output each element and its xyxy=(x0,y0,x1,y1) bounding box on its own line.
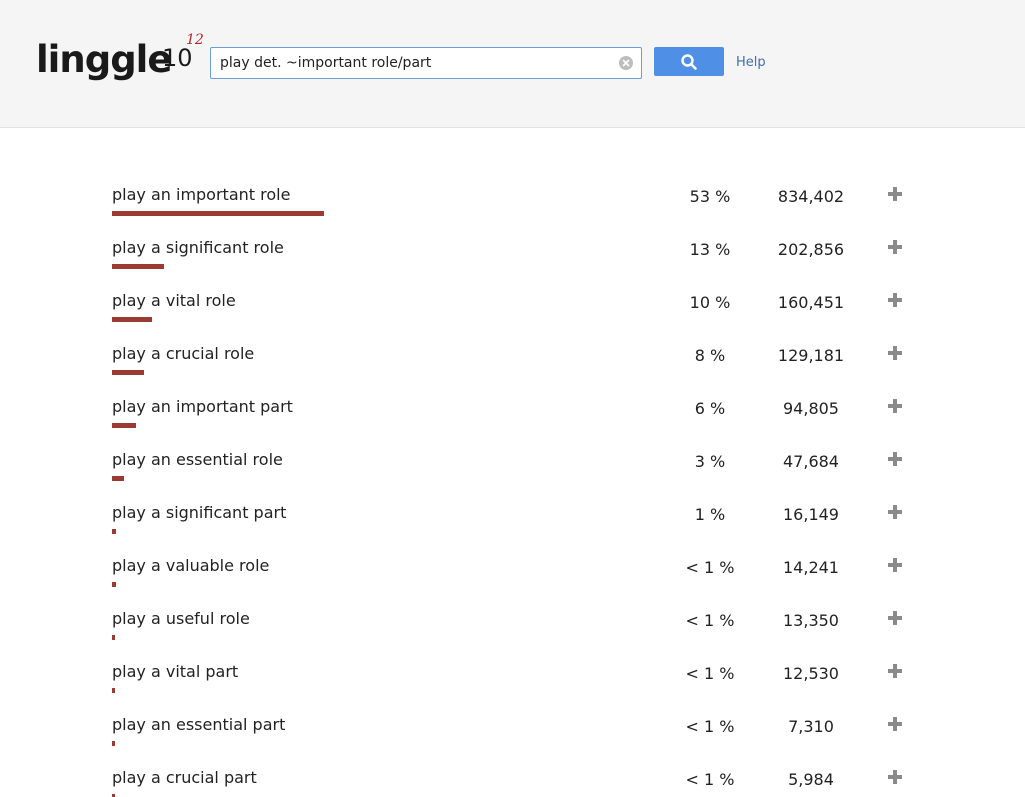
result-phrase[interactable]: play a vital role xyxy=(112,291,236,310)
result-count: 47,684 xyxy=(783,452,839,471)
result-row: play a vital role 10 % 160,451 xyxy=(0,281,1025,334)
result-phrase[interactable]: play a crucial role xyxy=(112,344,254,363)
result-percent: < 1 % xyxy=(685,664,735,683)
frequency-bar xyxy=(112,688,115,693)
result-percent: 53 % xyxy=(689,187,731,206)
result-percent: < 1 % xyxy=(685,770,735,789)
result-phrase[interactable]: play a vital part xyxy=(112,662,238,681)
result-phrase[interactable]: play an important role xyxy=(112,185,290,204)
clear-icon[interactable] xyxy=(619,56,633,70)
result-count: 14,241 xyxy=(783,558,839,577)
expand-plus-icon[interactable] xyxy=(888,346,902,360)
frequency-bar xyxy=(112,264,164,269)
result-percent: 10 % xyxy=(689,293,731,312)
linggle-logo[interactable]: linggle 10 12 xyxy=(36,32,206,86)
result-count: 160,451 xyxy=(777,293,845,312)
result-count: 5,984 xyxy=(788,770,834,789)
result-row: play a crucial part < 1 % 5,984 xyxy=(0,758,1025,797)
result-count: 202,856 xyxy=(777,240,845,259)
expand-plus-icon[interactable] xyxy=(888,717,902,731)
expand-plus-icon[interactable] xyxy=(888,505,902,519)
result-percent: 13 % xyxy=(689,240,731,259)
result-row: play a useful role < 1 % 13,350 xyxy=(0,599,1025,652)
result-row: play an important part 6 % 94,805 xyxy=(0,387,1025,440)
result-percent: < 1 % xyxy=(685,558,735,577)
logo-base: 10 xyxy=(162,44,193,72)
frequency-bar xyxy=(112,529,116,534)
result-percent: 1 % xyxy=(694,505,726,524)
result-count: 13,350 xyxy=(783,611,839,630)
result-percent: < 1 % xyxy=(685,717,735,736)
result-percent: 3 % xyxy=(694,452,726,471)
frequency-bar xyxy=(112,317,152,322)
expand-plus-icon[interactable] xyxy=(888,240,902,254)
result-phrase[interactable]: play a crucial part xyxy=(112,768,257,787)
result-count: 834,402 xyxy=(777,187,845,206)
result-phrase[interactable]: play a significant part xyxy=(112,503,286,522)
expand-plus-icon[interactable] xyxy=(888,611,902,625)
result-phrase[interactable]: play a useful role xyxy=(112,609,250,628)
result-percent: 6 % xyxy=(694,399,726,418)
result-row: play a crucial role 8 % 129,181 xyxy=(0,334,1025,387)
result-count: 7,310 xyxy=(788,717,834,736)
search-button[interactable] xyxy=(654,47,724,76)
frequency-bar xyxy=(112,211,324,216)
result-phrase[interactable]: play a valuable role xyxy=(112,556,269,575)
logo-wordmark: linggle xyxy=(36,38,172,81)
result-phrase[interactable]: play an essential role xyxy=(112,450,283,469)
frequency-bar xyxy=(112,476,124,481)
result-row: play an essential part < 1 % 7,310 xyxy=(0,705,1025,758)
result-row: play a valuable role < 1 % 14,241 xyxy=(0,546,1025,599)
result-row: play a vital part < 1 % 12,530 xyxy=(0,652,1025,705)
frequency-bar xyxy=(112,423,136,428)
result-phrase[interactable]: play an essential part xyxy=(112,715,285,734)
result-percent: 8 % xyxy=(694,346,726,365)
expand-plus-icon[interactable] xyxy=(888,187,902,201)
frequency-bar xyxy=(112,582,116,587)
expand-plus-icon[interactable] xyxy=(888,452,902,466)
frequency-bar xyxy=(112,741,115,746)
result-row: play a significant role 13 % 202,856 xyxy=(0,228,1025,281)
result-count: 16,149 xyxy=(783,505,839,524)
result-phrase[interactable]: play an important part xyxy=(112,397,293,416)
expand-plus-icon[interactable] xyxy=(888,399,902,413)
result-row: play an important role 53 % 834,402 xyxy=(0,175,1025,228)
expand-plus-icon[interactable] xyxy=(888,558,902,572)
header: linggle 10 12 Help xyxy=(0,0,1025,128)
result-count: 12,530 xyxy=(783,664,839,683)
result-count: 94,805 xyxy=(783,399,839,418)
frequency-bar xyxy=(112,635,115,640)
result-phrase[interactable]: play a significant role xyxy=(112,238,284,257)
search-input[interactable] xyxy=(211,48,621,78)
expand-plus-icon[interactable] xyxy=(888,664,902,678)
logo-exponent: 12 xyxy=(186,32,204,48)
help-link[interactable]: Help xyxy=(736,55,766,70)
expand-plus-icon[interactable] xyxy=(888,293,902,307)
result-row: play a significant part 1 % 16,149 xyxy=(0,493,1025,546)
frequency-bar xyxy=(112,370,144,375)
result-row: play an essential role 3 % 47,684 xyxy=(0,440,1025,493)
search-box xyxy=(210,47,642,79)
result-percent: < 1 % xyxy=(685,611,735,630)
result-count: 129,181 xyxy=(777,346,845,365)
expand-plus-icon[interactable] xyxy=(888,770,902,784)
